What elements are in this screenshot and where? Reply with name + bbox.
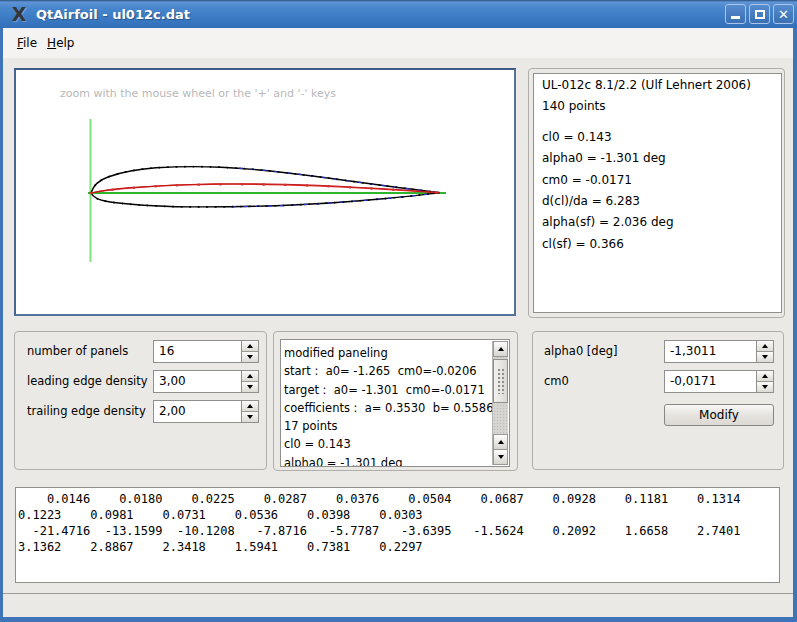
airfoil-info-box: UL-012c 8.1/2.2 (Ulf Lehnert 2006) 140 p… bbox=[533, 73, 782, 313]
up-arrow-icon bbox=[247, 344, 253, 348]
spin-up-button[interactable] bbox=[242, 401, 258, 412]
menubar: File Help bbox=[3, 28, 793, 58]
window-title: QtAirfoil - ul012c.dat bbox=[36, 7, 190, 22]
scroll-down-button[interactable] bbox=[493, 449, 508, 465]
maximize-button[interactable] bbox=[749, 4, 770, 24]
trailing-edge-density-spinbox[interactable]: 2,00 bbox=[153, 400, 259, 423]
up-arrow-icon bbox=[247, 404, 253, 408]
airfoil-plot[interactable]: zoom with the mouse wheel or the '+' and… bbox=[14, 68, 516, 316]
spinbox-value[interactable]: -1,3011 bbox=[665, 341, 756, 362]
leading-edge-density-spinbox[interactable]: 3,00 bbox=[153, 370, 259, 393]
log-line: 17 points bbox=[284, 417, 506, 435]
up-arrow-icon bbox=[498, 440, 504, 444]
scrollbar-thumb[interactable] bbox=[493, 359, 508, 403]
close-button[interactable]: ✕ bbox=[773, 4, 794, 24]
minimize-icon bbox=[731, 16, 740, 19]
down-arrow-icon bbox=[762, 385, 768, 389]
zoom-hint: zoom with the mouse wheel or the '+' and… bbox=[60, 87, 336, 100]
statusbar bbox=[3, 593, 793, 617]
airfoil-info-frame: UL-012c 8.1/2.2 (Ulf Lehnert 2006) 140 p… bbox=[528, 68, 785, 318]
coordinates-line: 0.0146 0.0180 0.0225 0.0287 0.0376 0.050… bbox=[18, 491, 779, 507]
scroll-up-button-2[interactable] bbox=[493, 434, 508, 450]
scroll-up-button[interactable] bbox=[493, 341, 508, 357]
window-frame-bottom bbox=[0, 617, 797, 622]
modify-button[interactable]: Modify bbox=[664, 404, 774, 426]
log-line: target : a0= -1.301 cm0=-0.0171 bbox=[284, 381, 506, 399]
coordinates-line: 3.1362 2.8867 2.3418 1.5941 0.7381 0.229… bbox=[18, 539, 779, 555]
spinbox-value[interactable]: 16 bbox=[154, 341, 241, 362]
spinbox-value[interactable]: -0,0171 bbox=[665, 371, 756, 392]
log-line: cl0 = 0.143 bbox=[284, 435, 506, 453]
log-line: alpha0 = -1.301 deg bbox=[284, 454, 506, 467]
spin-down-button[interactable] bbox=[757, 382, 773, 392]
down-arrow-icon bbox=[247, 385, 253, 389]
coordinates-line: 0.1223 0.0981 0.0731 0.0536 0.0398 0.030… bbox=[18, 507, 779, 523]
spin-down-button[interactable] bbox=[242, 352, 258, 362]
coordinates-output[interactable]: 0.0146 0.0180 0.0225 0.0287 0.0376 0.050… bbox=[15, 487, 780, 583]
spin-down-button[interactable] bbox=[242, 412, 258, 422]
number-of-panels-label: number of panels bbox=[27, 340, 128, 363]
window-frame-left bbox=[0, 28, 3, 622]
modify-group: alpha0 [deg] -1,3011 cm0 -0,0171 Modify bbox=[532, 331, 784, 470]
info-line: alpha0 = -1.301 deg bbox=[542, 148, 773, 169]
down-arrow-icon bbox=[498, 455, 504, 459]
down-arrow-icon bbox=[762, 355, 768, 359]
spinbox-value[interactable]: 2,00 bbox=[154, 401, 241, 422]
up-arrow-icon bbox=[762, 344, 768, 348]
spin-down-button[interactable] bbox=[757, 352, 773, 362]
cm0-label: cm0 bbox=[544, 370, 569, 393]
paneling-group: number of panels 16 leading edge density… bbox=[14, 331, 267, 470]
qtairfoil-window: { "window": { "title": "QtAirfoil - ul01… bbox=[0, 0, 797, 622]
maximize-icon bbox=[755, 10, 765, 19]
log-scrollbar[interactable] bbox=[492, 341, 508, 465]
paneling-log-group: modified paneling start : a0= -1.265 cm0… bbox=[273, 331, 518, 471]
info-line: alpha(sf) = 2.036 deg bbox=[542, 212, 773, 233]
minimize-button[interactable] bbox=[725, 4, 746, 24]
spin-up-button[interactable] bbox=[757, 371, 773, 382]
up-arrow-icon bbox=[247, 374, 253, 378]
titlebar[interactable]: X QtAirfoil - ul012c.dat ✕ bbox=[0, 0, 797, 28]
up-arrow-icon bbox=[498, 347, 504, 351]
spin-up-button[interactable] bbox=[242, 341, 258, 352]
log-line: start : a0= -1.265 cm0=-0.0206 bbox=[284, 362, 506, 380]
cm0-spinbox[interactable]: -0,0171 bbox=[664, 370, 774, 393]
info-line: UL-012c 8.1/2.2 (Ulf Lehnert 2006) bbox=[542, 75, 773, 96]
coordinates-line: -21.4716 -13.1599 -10.1208 -7.8716 -5.77… bbox=[18, 523, 779, 539]
paneling-log-box[interactable]: modified paneling start : a0= -1.265 cm0… bbox=[280, 339, 510, 467]
number-of-panels-spinbox[interactable]: 16 bbox=[153, 340, 259, 363]
airfoil-drawing bbox=[16, 70, 514, 314]
info-line: cm0 = -0.0171 bbox=[542, 170, 773, 191]
alpha0-label: alpha0 [deg] bbox=[544, 340, 618, 363]
window-icon: X bbox=[8, 3, 30, 25]
spin-down-button[interactable] bbox=[242, 382, 258, 392]
info-line bbox=[542, 118, 773, 127]
down-arrow-icon bbox=[247, 415, 253, 419]
info-line: cl0 = 0.143 bbox=[542, 127, 773, 148]
menu-help[interactable]: Help bbox=[42, 28, 79, 58]
spinbox-value[interactable]: 3,00 bbox=[154, 371, 241, 392]
up-arrow-icon bbox=[762, 374, 768, 378]
alpha0-spinbox[interactable]: -1,3011 bbox=[664, 340, 774, 363]
log-line: modified paneling bbox=[284, 344, 506, 362]
info-line: cl(sf) = 0.366 bbox=[542, 234, 773, 255]
window-frame-right bbox=[793, 28, 797, 622]
spin-up-button[interactable] bbox=[242, 371, 258, 382]
menu-file[interactable]: File bbox=[12, 28, 42, 58]
leading-edge-density-label: leading edge density bbox=[27, 370, 148, 393]
log-line: coefficients : a= 0.3530 b= 0.5586 bbox=[284, 399, 506, 417]
trailing-edge-density-label: trailing edge density bbox=[27, 400, 146, 423]
close-icon: ✕ bbox=[774, 6, 793, 24]
info-line: d(cl)/da = 6.283 bbox=[542, 191, 773, 212]
down-arrow-icon bbox=[247, 355, 253, 359]
spin-up-button[interactable] bbox=[757, 341, 773, 352]
info-line: 140 points bbox=[542, 96, 773, 117]
scrollbar-grip bbox=[497, 368, 504, 394]
